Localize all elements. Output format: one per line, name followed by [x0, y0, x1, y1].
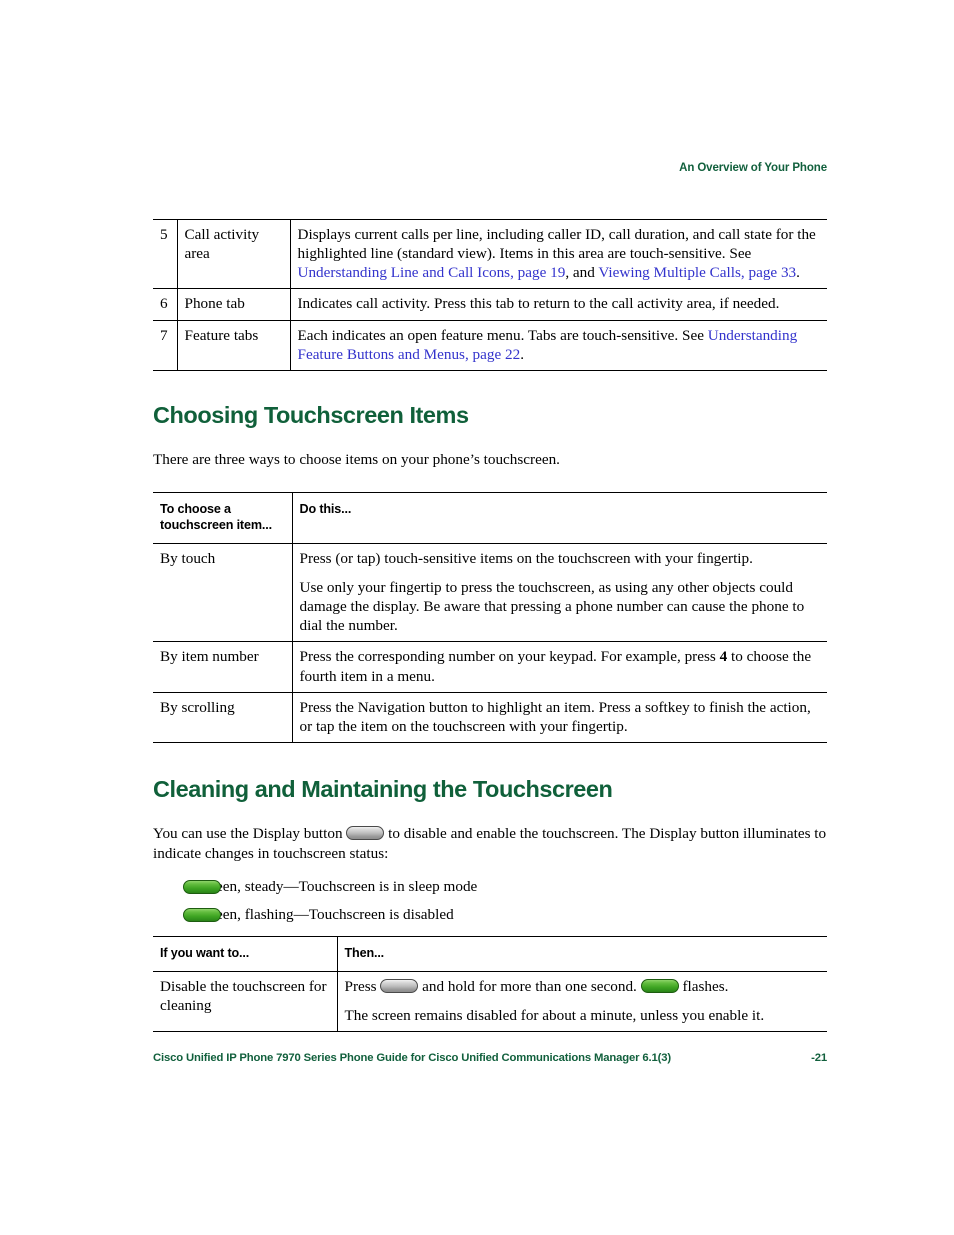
touchscreen-status-list: Green, steady—Touchscreen is in sleep mo… — [153, 877, 827, 925]
action-paragraph: Press (or tap) touch-sensitive items on … — [299, 549, 753, 567]
row-number: 6 — [153, 288, 177, 321]
row-label: Phone tab — [176, 288, 290, 321]
table-row: Disable the touchscreen for cleaning Pre… — [153, 970, 827, 1032]
action-text: Press the corresponding number on your k… — [299, 648, 720, 666]
page-footer: Cisco Unified IP Phone 7970 Series Phone… — [153, 1052, 827, 1064]
row-action: Press (or tap) touch-sensitive items on … — [291, 542, 827, 642]
row-action: Press the Navigation button to highlight… — [291, 691, 827, 743]
table-row: By item number Press the corresponding n… — [153, 641, 827, 693]
choose-item-table: To choose a touchscreen item... Do this.… — [153, 491, 827, 743]
green-pill-icon — [640, 978, 679, 993]
table-row: 5 Call activity area Displays current ca… — [153, 218, 827, 289]
action-paragraph: Use only your fingertip to press the tou… — [299, 578, 805, 635]
then-text-post: flashes. — [678, 977, 729, 995]
row-label: Feature tabs — [176, 319, 290, 371]
column-header-action: Do this... — [291, 491, 827, 544]
section-intro-choosing: There are three ways to choose items on … — [153, 450, 560, 468]
cross-reference-link[interactable]: Understanding Line and Call Icons, page … — [298, 264, 566, 281]
table-row: By touch Press (or tap) touch-sensitive … — [153, 542, 827, 642]
row-label: Call activity area — [176, 218, 290, 289]
green-pill-icon — [183, 908, 221, 923]
row-method: By scrolling — [153, 691, 292, 743]
row-then: Press and hold for more than one second.… — [336, 970, 827, 1032]
column-header-method: To choose a touchscreen item... — [153, 491, 292, 544]
running-header: An Overview of Your Phone — [679, 162, 827, 174]
footer-title: Cisco Unified IP Phone 7970 Series Phone… — [153, 1052, 672, 1064]
row-number: 5 — [153, 218, 177, 289]
desc-text: . — [520, 345, 525, 363]
section-heading-choosing: Choosing Touchscreen Items — [153, 401, 469, 428]
row-method: By item number — [153, 641, 292, 693]
section-heading-cleaning: Cleaning and Maintaining the Touchscreen — [153, 775, 613, 802]
action-paragraph: Press the Navigation button to highlight… — [299, 698, 811, 735]
table-row: 7 Feature tabs Each indicates an open fe… — [153, 319, 827, 371]
desc-text: , and — [565, 264, 599, 282]
list-item: Green, flashing—Touchscreen is disabled — [153, 905, 827, 925]
row-want-to: Disable the touchscreen for cleaning — [153, 970, 337, 1032]
row-description: Indicates call activity. Press this tab … — [289, 288, 827, 321]
display-button-icon — [380, 978, 419, 993]
status-text: Green, steady—Touchscreen is in sleep mo… — [200, 878, 478, 896]
row-action: Press the corresponding number on your k… — [291, 641, 827, 693]
table-row: By scrolling Press the Navigation button… — [153, 691, 827, 743]
section-intro-cleaning: You can use the Display button to disabl… — [153, 824, 827, 864]
then-paragraph: The screen remains disabled for about a … — [344, 1006, 765, 1024]
row-method: By touch — [153, 542, 292, 642]
display-button-icon — [346, 825, 385, 840]
desc-text: . — [796, 264, 800, 282]
page-content: 5 Call activity area Displays current ca… — [153, 218, 827, 1032]
then-text-mid: and hold for more than one second. — [418, 977, 641, 995]
cross-reference-link[interactable]: Viewing Multiple Calls, page 33 — [598, 264, 796, 281]
row-description: Each indicates an open feature menu. Tab… — [289, 319, 827, 371]
page-number: -21 — [811, 1052, 827, 1064]
table-header-row: To choose a touchscreen item... Do this.… — [153, 491, 827, 544]
cleaning-actions-table: If you want to... Then... Disable the to… — [153, 935, 827, 1032]
column-header-want-to: If you want to... — [153, 935, 337, 972]
desc-text: Each indicates an open feature menu. Tab… — [297, 326, 708, 344]
green-pill-icon — [183, 880, 221, 895]
list-item: Green, steady—Touchscreen is in sleep mo… — [153, 877, 827, 897]
status-text: Green, flashing—Touchscreen is disabled — [200, 906, 454, 924]
intro-text-pre: You can use the Display button — [153, 824, 347, 842]
then-text-pre: Press — [344, 977, 381, 995]
row-number: 7 — [153, 319, 177, 371]
desc-text: Displays current calls per line, includi… — [297, 226, 816, 263]
row-description: Displays current calls per line, includi… — [289, 218, 827, 289]
desc-text: Indicates call activity. Press this tab … — [297, 295, 780, 313]
phone-overview-table: 5 Call activity area Displays current ca… — [153, 218, 827, 371]
table-row: 6 Phone tab Indicates call activity. Pre… — [153, 288, 827, 321]
column-header-then: Then... — [336, 935, 827, 972]
table-header-row: If you want to... Then... — [153, 935, 827, 972]
document-page: An Overview of Your Phone 5 Call activit… — [0, 0, 954, 1235]
